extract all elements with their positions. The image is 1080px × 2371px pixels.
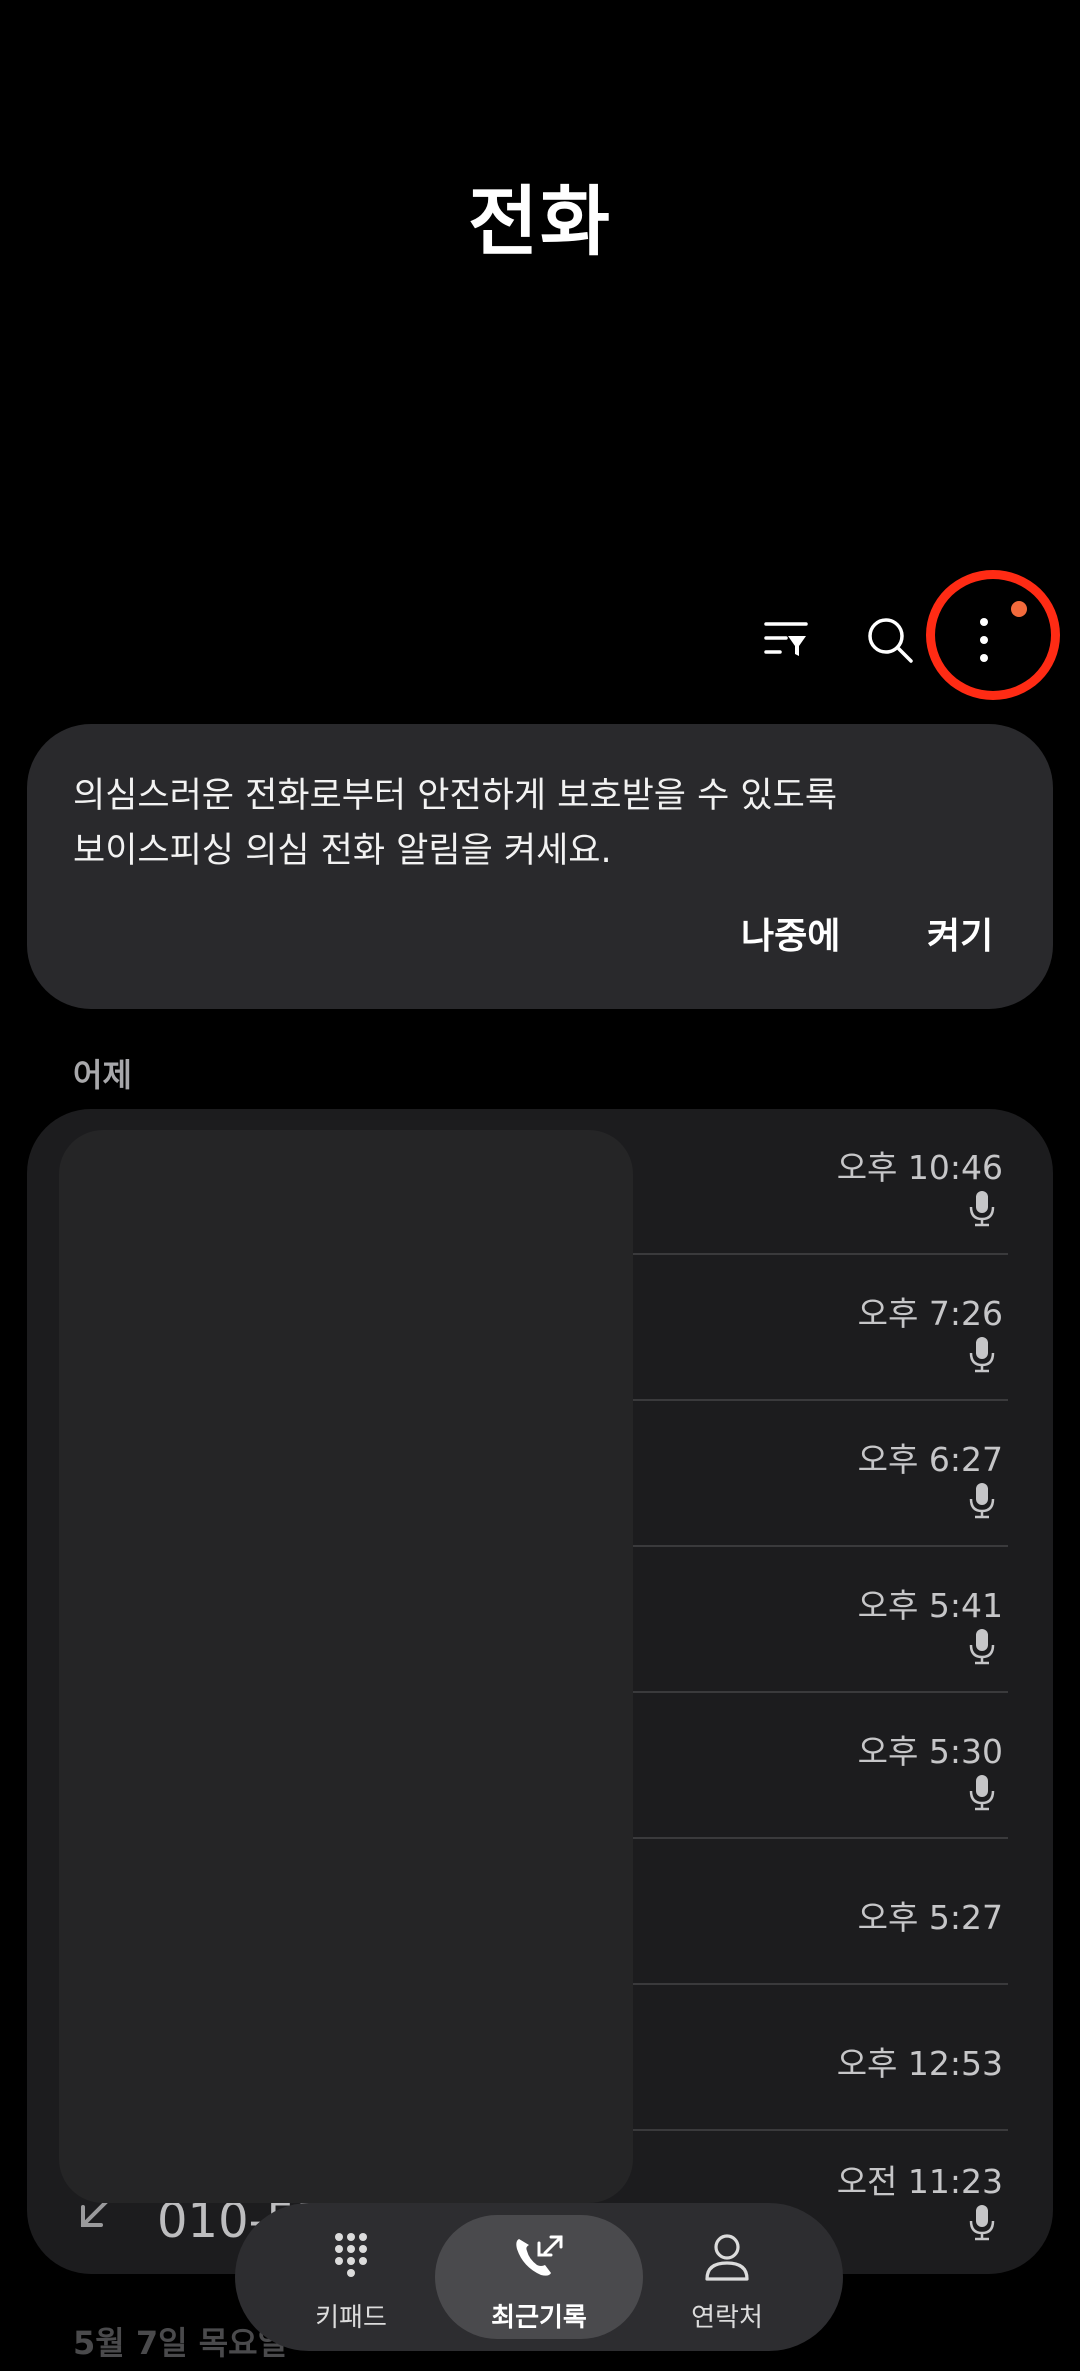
microphone-icon	[969, 2205, 995, 2241]
tab-keypad[interactable]: 키패드	[247, 2215, 455, 2339]
tab-contacts[interactable]: 연락처	[623, 2215, 831, 2339]
filter-icon	[764, 622, 808, 656]
call-time: 오후 5:41	[857, 1586, 1003, 1625]
microphone-icon	[969, 1629, 995, 1665]
tab-keypad-label: 키패드	[315, 2303, 387, 2333]
section-label-yesterday: 어제	[73, 1056, 132, 1094]
call-time: 오후 7:26	[857, 1294, 1003, 1333]
search-icon	[868, 618, 913, 663]
later-button[interactable]: 나중에	[741, 907, 840, 959]
tab-recents-label: 최근기록	[491, 2303, 587, 2333]
turn-on-button[interactable]: 켜기	[927, 907, 993, 959]
microphone-icon	[969, 1483, 995, 1519]
phone-app-screen: 전화 의심스러운 전화로부터 안전하게 보호받을 수 있도록 보이스피싱 의심 …	[0, 0, 1080, 2371]
call-time: 오후 5:30	[857, 1732, 1003, 1771]
microphone-icon	[969, 1337, 995, 1373]
banner-line-1: 의심스러운 전화로부터 안전하게 보호받을 수 있도록	[73, 776, 838, 816]
highlight-ring	[926, 570, 1060, 700]
redaction-overlay	[59, 1130, 633, 2203]
banner-line-2: 보이스피싱 의심 전화 알림을 켜세요.	[73, 831, 612, 871]
microphone-icon	[969, 1775, 995, 1811]
recent-calls-icon	[516, 2235, 563, 2276]
keypad-icon	[335, 2233, 367, 2277]
call-time: 오후 12:53	[836, 2044, 1003, 2083]
call-time: 오후 10:46	[836, 1148, 1003, 1187]
banner-message: 의심스러운 전화로부터 안전하게 보호받을 수 있도록 보이스피싱 의심 전화 …	[73, 769, 1003, 879]
call-time: 오후 6:27	[857, 1440, 1003, 1479]
page-title: 전화	[468, 177, 612, 266]
microphone-icon	[969, 1191, 995, 1227]
tab-contacts-label: 연락처	[691, 2303, 763, 2333]
call-time: 오후 5:27	[857, 1898, 1003, 1937]
filter-button[interactable]	[738, 592, 834, 688]
tab-recents[interactable]: 최근기록	[435, 2215, 643, 2339]
search-button[interactable]	[842, 592, 938, 688]
bottom-navigation: 키패드 최근기록 연락처	[235, 2203, 843, 2351]
contacts-icon	[705, 2234, 749, 2281]
voice-phishing-alert-banner: 의심스러운 전화로부터 안전하게 보호받을 수 있도록 보이스피싱 의심 전화 …	[27, 724, 1053, 1009]
call-time: 오전 11:23	[836, 2162, 1003, 2201]
toolbar	[0, 590, 1080, 690]
